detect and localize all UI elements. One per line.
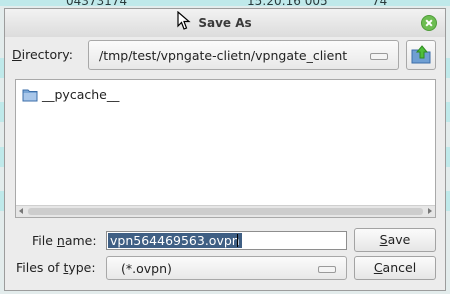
background-text: 74 (372, 0, 388, 8)
background-text: 04373174 (66, 0, 128, 8)
file-name: __pycache__ (42, 87, 120, 102)
title-bar[interactable]: Save As (5, 9, 445, 37)
save-as-dialog: Save As Directory: /tmp/test/vpngate-cli… (4, 8, 446, 291)
text-caret (237, 234, 238, 247)
close-icon[interactable] (421, 15, 437, 31)
scroll-right-icon[interactable] (428, 208, 432, 214)
scroll-left-icon[interactable] (19, 208, 23, 214)
horizontal-scrollbar[interactable] (16, 205, 435, 217)
directory-combo[interactable]: /tmp/test/vpngate-clietn/vpngate_client (88, 40, 399, 70)
file-type-label: Files of type: (16, 260, 96, 275)
save-button[interactable]: Save (354, 228, 436, 252)
file-type-combo[interactable]: (*.ovpn) (106, 256, 347, 280)
file-list[interactable]: __pycache__ (15, 79, 436, 218)
file-name-input[interactable]: vpn564469563.ovpn (106, 231, 347, 250)
dialog-title: Save As (198, 16, 252, 30)
scrollbar-thumb[interactable] (28, 208, 423, 215)
folder-icon (22, 89, 38, 102)
file-type-value: (*.ovpn) (121, 261, 172, 276)
folder-up-button[interactable] (406, 40, 436, 70)
directory-label: Directory: (12, 47, 73, 62)
background-text: 15:20:16 005 (247, 0, 328, 8)
mouse-cursor-icon (177, 11, 191, 30)
file-name-value: vpn564469563.ovpn (108, 233, 242, 248)
combo-handle-icon (370, 53, 388, 60)
file-name-label: File name: (32, 233, 97, 248)
cancel-button[interactable]: Cancel (354, 256, 436, 280)
combo-handle-icon (318, 266, 336, 273)
directory-path: /tmp/test/vpngate-clietn/vpngate_client (99, 48, 348, 63)
folder-up-icon (411, 45, 431, 64)
background-strip-top: 04373174 15:20:16 005 74 (0, 0, 450, 8)
